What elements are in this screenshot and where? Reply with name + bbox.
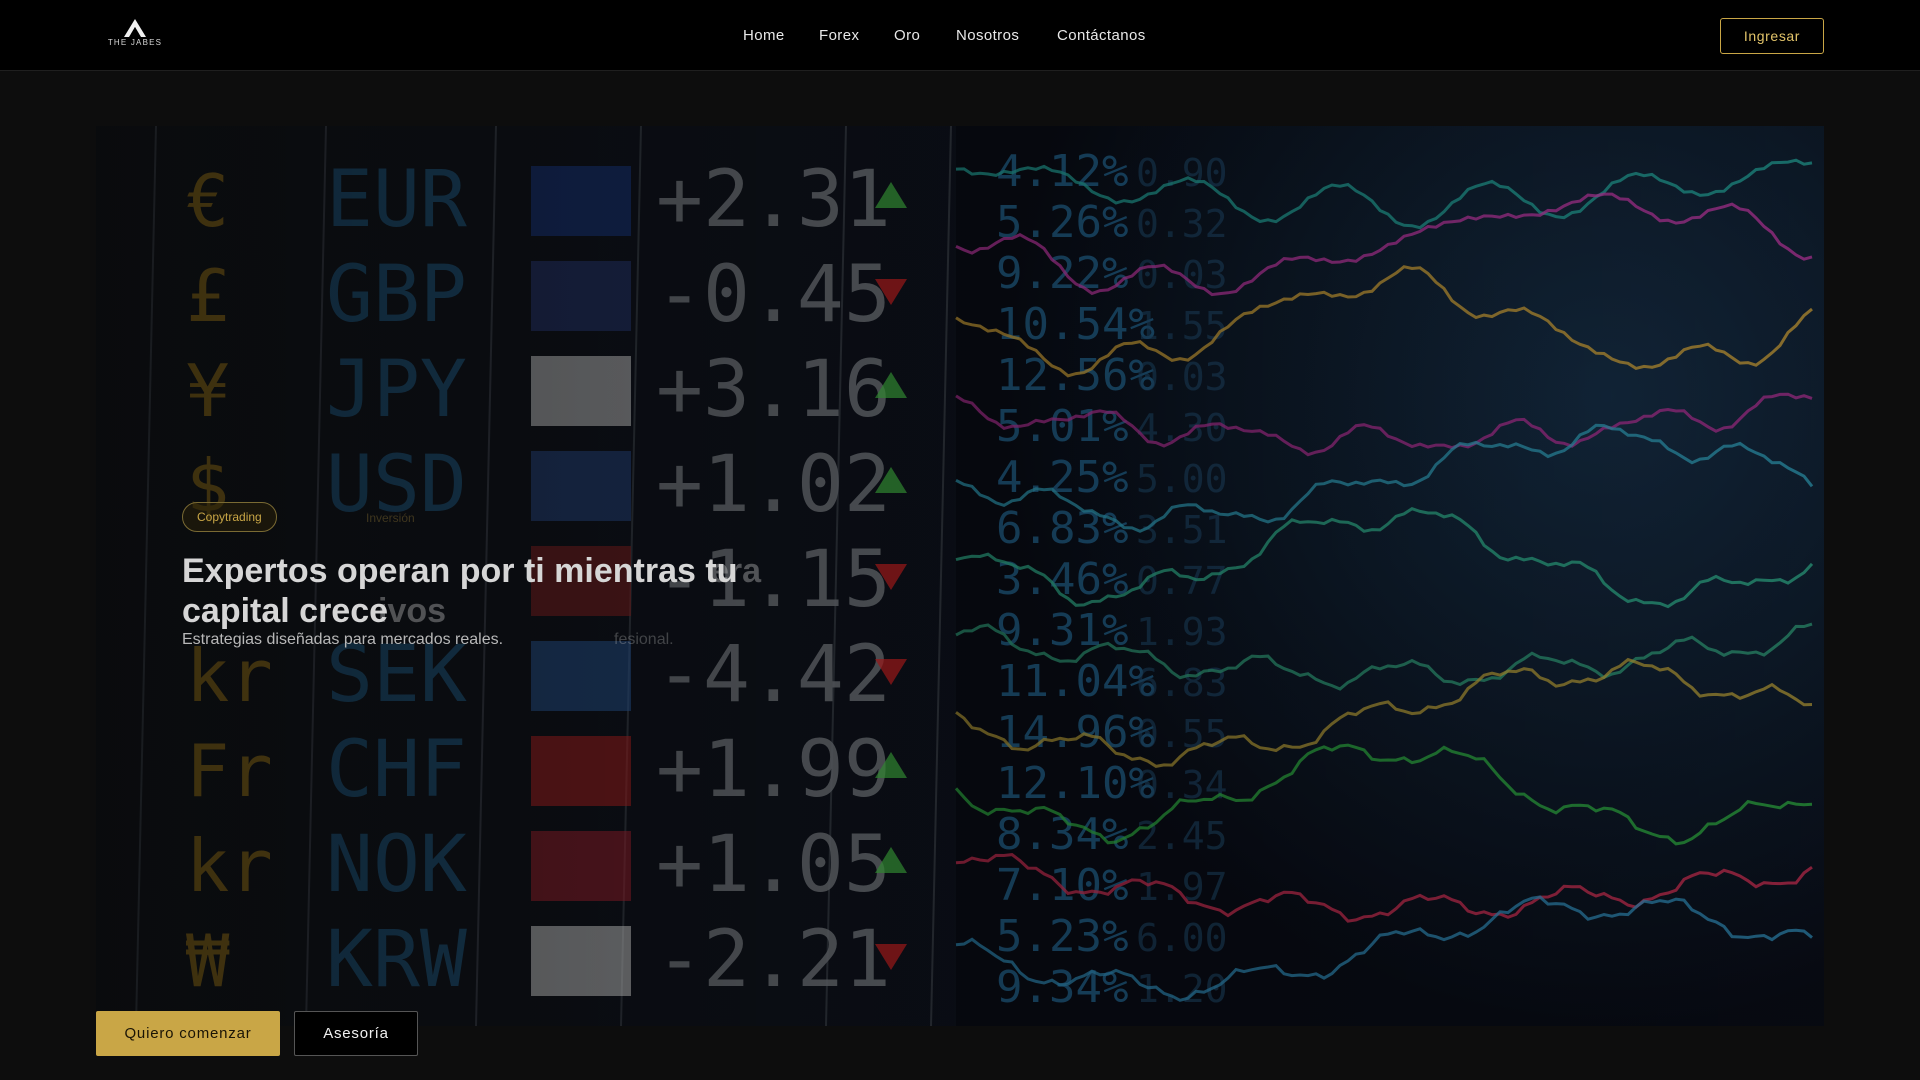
- login-button[interactable]: Ingresar: [1720, 18, 1824, 54]
- start-button[interactable]: Quiero comenzar: [96, 1011, 280, 1056]
- hero-banner: €EUR+2.31£GBP-0.45¥JPY+3.16$USD+1.02-1.1…: [96, 126, 1824, 1026]
- hero-headline: Expertos operan por ti mientras tu capit…: [182, 552, 738, 630]
- badge-fading-text: Inversión: [366, 511, 415, 525]
- advice-button[interactable]: Asesoría: [294, 1011, 418, 1056]
- nav-oro[interactable]: Oro: [894, 27, 920, 44]
- nav-nosotros[interactable]: Nosotros: [956, 27, 1019, 44]
- nav-forex[interactable]: Forex: [819, 27, 859, 44]
- top-navbar: THE JABES Home Forex Oro Nosotros Contác…: [0, 0, 1920, 71]
- hero-subheadline: Estrategias diseñadas para mercados real…: [182, 631, 504, 648]
- headline-fading-text-2: ivos: [378, 592, 447, 630]
- subheadline-fading-text: fesional.: [614, 631, 674, 648]
- nav-contactanos[interactable]: Contáctanos: [1057, 27, 1146, 44]
- copytrading-badge: Copytrading: [182, 502, 277, 532]
- headline-fading-text-1: era: [710, 552, 762, 590]
- main-nav: Home Forex Oro Nosotros Contáctanos: [0, 27, 1920, 47]
- nav-home[interactable]: Home: [743, 27, 785, 44]
